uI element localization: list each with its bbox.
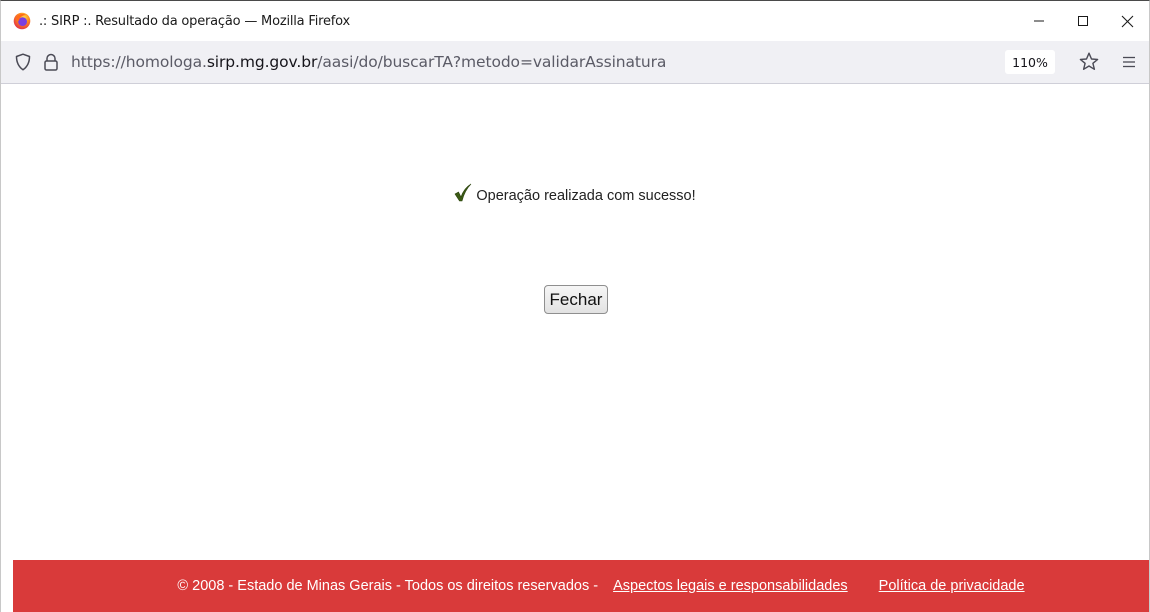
- maximize-button[interactable]: [1061, 1, 1105, 41]
- lock-icon[interactable]: [43, 53, 59, 71]
- browser-window: .: SIRP :. Resultado da operação — Mozil…: [0, 0, 1150, 612]
- shield-icon[interactable]: [15, 53, 31, 71]
- footer-copyright: © 2008 - Estado de Minas Gerais - Todos …: [177, 578, 599, 594]
- page-content: Operação realizada com sucesso! Fechar: [1, 84, 1149, 560]
- minimize-icon: [1034, 20, 1044, 22]
- window-controls: [1017, 1, 1149, 41]
- close-window-button[interactable]: [1105, 1, 1149, 41]
- menu-icon[interactable]: [1117, 50, 1141, 74]
- url-path: /aasi/do/buscarTA?metodo=validarAssinatu…: [317, 53, 667, 71]
- url-field[interactable]: https://homologa.sirp.mg.gov.br/aasi/do/…: [1, 41, 1049, 83]
- legal-link[interactable]: Aspectos legais e responsabilidades: [613, 578, 848, 594]
- url-domain: sirp.mg.gov.br: [206, 53, 318, 71]
- minimize-button[interactable]: [1017, 1, 1061, 41]
- title-bar: .: SIRP :. Resultado da operação — Mozil…: [1, 1, 1149, 41]
- url-text: https://homologa.sirp.mg.gov.br/aasi/do/…: [71, 53, 666, 71]
- footer: © 2008 - Estado de Minas Gerais - Todos …: [13, 560, 1149, 612]
- address-bar: https://homologa.sirp.mg.gov.br/aasi/do/…: [1, 41, 1149, 84]
- close-icon: [1121, 15, 1133, 27]
- zoom-level-button[interactable]: 110%: [1005, 50, 1055, 74]
- url-prefix: https://homologa.: [71, 53, 207, 71]
- firefox-logo-icon: [13, 12, 31, 30]
- close-button-container: Fechar: [1, 285, 1149, 314]
- success-message: Operação realizada com sucesso!: [1, 183, 1149, 204]
- message-text: Operação realizada com sucesso!: [476, 188, 696, 204]
- checkmark-icon: [454, 183, 472, 202]
- privacy-link[interactable]: Política de privacidade: [879, 578, 1025, 594]
- bookmark-star-icon[interactable]: [1077, 50, 1101, 74]
- close-button[interactable]: Fechar: [543, 285, 609, 314]
- window-title: .: SIRP :. Resultado da operação — Mozil…: [39, 13, 351, 29]
- maximize-icon: [1078, 16, 1088, 26]
